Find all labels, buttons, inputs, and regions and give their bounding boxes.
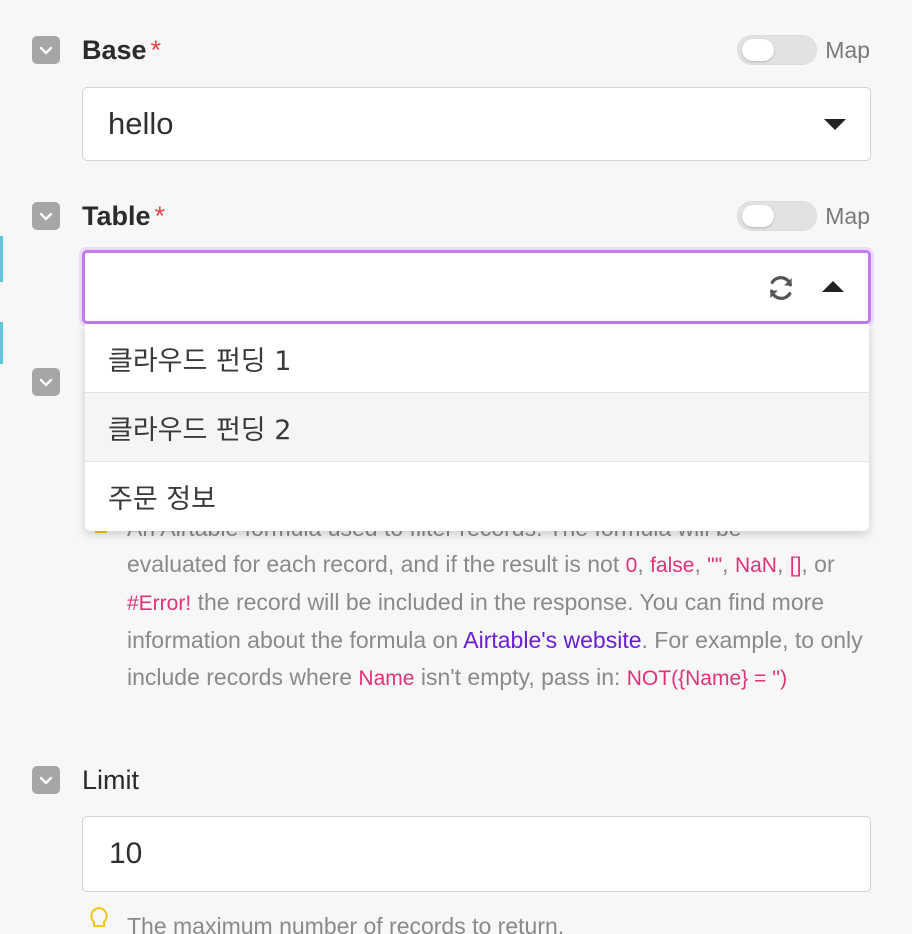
dropdown-option-2[interactable]: 클라우드 펀딩 2 [85,393,869,462]
base-select[interactable]: hello [82,87,871,161]
base-map-label: Map [825,36,870,63]
code-name: Name [358,666,415,690]
filter-help-text: An Airtable formula used to filter recor… [127,510,867,697]
refresh-icon[interactable] [766,273,796,303]
code-error: #Error! [127,592,192,616]
limit-field-header: Limit [32,760,870,800]
table-collapse-checkbox[interactable] [32,202,60,230]
checkbox-collapse-icon [39,212,53,221]
table-select[interactable] [82,250,871,324]
airtable-website-link[interactable]: Airtable's website [463,627,641,653]
code-nan: NaN [734,554,777,577]
table-map-label: Map [825,202,870,229]
chevron-down-icon [824,119,846,130]
table-dropdown-menu: 클라우드 펀딩 1 클라우드 펀딩 2 주문 정보 [85,324,869,531]
code-empty-string: "" [707,554,723,577]
limit-label: Limit [82,764,140,795]
required-mark: * [154,200,166,231]
table-map-toggle-wrap: Map [737,201,870,231]
limit-input-value: 10 [109,837,143,870]
checkbox-collapse-icon [39,776,53,785]
base-field-header: Base * Map [32,30,870,70]
code-array: [] [789,554,802,577]
limit-input[interactable]: 10 [82,816,871,892]
base-map-toggle[interactable] [737,35,818,65]
table-label: Table * [82,200,166,231]
limit-collapse-checkbox[interactable] [32,766,60,794]
checkbox-collapse-icon [39,378,53,387]
edge-accent-bottom [0,322,3,364]
lightbulb-icon [90,906,108,927]
limit-help-text: The maximum number of records to return. [127,913,565,934]
required-mark: * [150,34,162,65]
base-label: Base * [82,34,162,65]
table-field-header: Table * Map [32,196,870,236]
table-map-toggle[interactable] [737,201,818,231]
base-collapse-checkbox[interactable] [32,36,60,64]
checkbox-collapse-icon [39,46,53,55]
code-example: NOT({Name} = '') [626,666,788,690]
chevron-up-icon[interactable] [822,281,844,292]
dropdown-option-1[interactable]: 클라우드 펀딩 1 [85,324,869,393]
code-zero: 0 [625,554,638,577]
code-false: false [650,554,695,577]
filter-collapse-checkbox[interactable] [32,368,60,396]
edge-accent-top [0,236,3,282]
base-select-value: hello [108,106,174,141]
base-map-toggle-wrap: Map [737,35,870,65]
dropdown-option-3[interactable]: 주문 정보 [85,462,869,531]
